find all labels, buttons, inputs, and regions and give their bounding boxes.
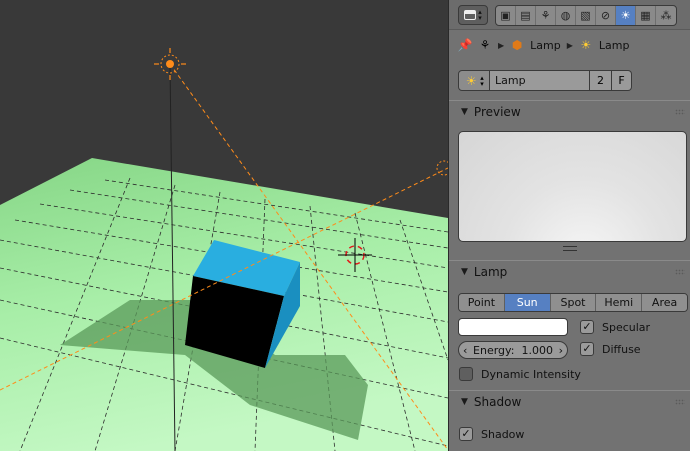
3d-viewport[interactable]: [0, 0, 448, 451]
updown-arrows-icon: ▴ ▾: [480, 73, 484, 88]
preview-panel: ▼ Preview: [449, 100, 690, 260]
energy-slider[interactable]: ‹ Energy: 1.000 ›: [458, 341, 568, 359]
datablock-selector: ☀ ▴ ▾ Lamp 2 F: [458, 70, 632, 91]
datablock-browse-button[interactable]: ☀ ▴ ▾: [458, 70, 490, 91]
diffuse-label: Diffuse: [602, 342, 641, 356]
triangle-down-icon: ▼: [461, 397, 468, 407]
updown-arrows-icon: ▴ ▾: [478, 8, 482, 22]
shadow-panel: ▼ Shadow ✓ Shadow: [449, 390, 690, 451]
object-icon[interactable]: ▧: [576, 6, 596, 25]
datablock-name-field[interactable]: Lamp: [490, 70, 590, 91]
energy-label: Energy:: [473, 343, 515, 357]
constraints-icon[interactable]: ⊘: [596, 6, 616, 25]
lamp-color-field[interactable]: [458, 318, 568, 336]
panel-title: Shadow: [473, 395, 522, 409]
preview-panel-header[interactable]: ▼ Preview: [449, 101, 690, 123]
lamp-type-selector: Point Sun Spot Hemi Area: [458, 293, 688, 312]
fake-user-button[interactable]: F: [612, 70, 632, 91]
dynamic-intensity-label: Dynamic Intensity: [481, 367, 581, 381]
specular-label: Specular: [602, 320, 651, 334]
scene-icon: ⚘: [479, 38, 491, 52]
lamp-type-hemi[interactable]: Hemi: [596, 294, 643, 311]
viewport-canvas[interactable]: [0, 0, 448, 451]
checkmark-icon: ✓: [580, 342, 594, 356]
chevron-right-icon: ▶: [498, 40, 505, 50]
diffuse-checkbox[interactable]: ✓ Diffuse: [580, 342, 641, 356]
lamp-type-spot[interactable]: Spot: [550, 294, 597, 311]
context-tabs: ▣ ▤ ⚘ ◍ ▧ ⊘ ☀ ▦ ⁂: [495, 5, 677, 26]
lamp-type-sun[interactable]: Sun: [504, 294, 551, 311]
panel-title: Lamp: [473, 265, 508, 279]
triangle-down-icon: ▼: [461, 107, 468, 117]
breadcrumb: 📌 ⚘ ▶ ⬢ Lamp ▶ ☀ Lamp: [449, 33, 690, 57]
properties-editor: ▴ ▾ ▣ ▤ ⚘ ◍ ▧ ⊘ ☀ ▦ ⁂ 📌 ⚘ ▶ ⬢ Lamp ▶ ☀ La…: [448, 0, 690, 451]
render-icon[interactable]: ▣: [496, 6, 516, 25]
unchecked-box-icon: [459, 367, 473, 381]
specular-checkbox[interactable]: ✓ Specular: [580, 320, 650, 334]
properties-editor-icon: [464, 10, 477, 20]
drag-handle-icon[interactable]: [675, 399, 685, 405]
drag-handle-icon[interactable]: [675, 269, 685, 275]
checkmark-icon: ✓: [459, 427, 473, 441]
shadow-panel-header[interactable]: ▼ Shadow: [449, 391, 690, 413]
sun-lamp-icon: ☀: [465, 73, 477, 88]
lamp-panel: ▼ Lamp Point Sun Spot Hemi Area ‹ Energy…: [449, 260, 690, 390]
dynamic-intensity-checkbox[interactable]: Dynamic Intensity: [459, 367, 581, 381]
shadow-label: Shadow: [481, 427, 525, 441]
increment-arrow-icon[interactable]: ›: [559, 344, 563, 357]
scene-icon[interactable]: ⚘: [536, 6, 556, 25]
pin-icon[interactable]: 📌: [458, 38, 473, 52]
lamp-type-point[interactable]: Point: [459, 294, 505, 311]
breadcrumb-data: Lamp: [598, 38, 630, 52]
drag-handle-icon[interactable]: [675, 109, 685, 115]
energy-value: 1.000: [521, 343, 553, 357]
energy-field: Energy: 1.000: [467, 344, 558, 357]
sun-lamp-icon: ☀: [580, 38, 592, 52]
particles-icon[interactable]: ⁂: [656, 6, 676, 25]
lamp-preview: [458, 131, 687, 242]
triangle-down-icon: ▼: [461, 267, 468, 277]
chevron-right-icon: ▶: [566, 40, 573, 50]
lamp-panel-header[interactable]: ▼ Lamp: [449, 261, 690, 283]
breadcrumb-object: Lamp: [530, 38, 561, 52]
editor-type-button[interactable]: ▴ ▾: [458, 5, 488, 25]
object-data-lamp-icon[interactable]: ☀: [616, 6, 636, 25]
panel-title: Preview: [473, 105, 521, 119]
render-layers-icon[interactable]: ▤: [516, 6, 536, 25]
texture-icon[interactable]: ▦: [636, 6, 656, 25]
lamp-type-area[interactable]: Area: [642, 294, 687, 311]
object-icon: ⬢: [511, 38, 523, 52]
checkmark-icon: ✓: [580, 320, 594, 334]
preview-resize-handle[interactable]: [563, 246, 577, 251]
properties-header: ▴ ▾ ▣ ▤ ⚘ ◍ ▧ ⊘ ☀ ▦ ⁂: [449, 0, 690, 30]
shadow-checkbox[interactable]: ✓ Shadow: [459, 427, 524, 441]
datablock-users-button[interactable]: 2: [590, 70, 612, 91]
world-icon[interactable]: ◍: [556, 6, 576, 25]
